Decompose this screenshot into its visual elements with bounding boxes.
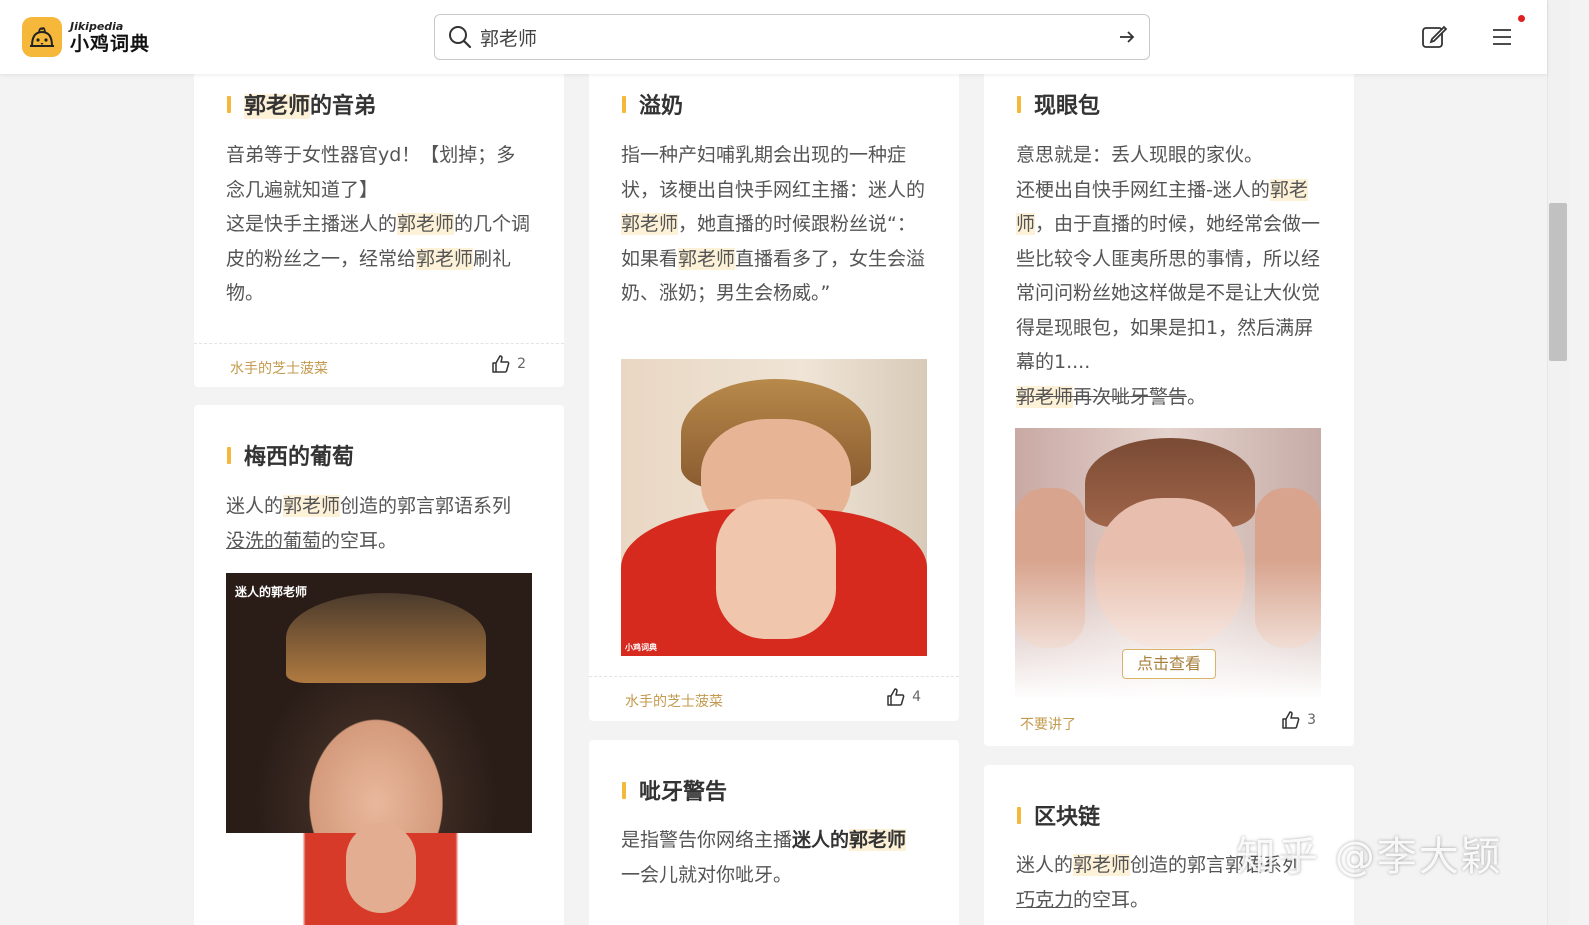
like-count: 4: [912, 689, 921, 705]
photo-caption: 迷人的郭老师: [235, 585, 308, 599]
author-link[interactable]: 水手的芝士菠菜: [625, 691, 723, 711]
body-text: 迷人的: [1016, 854, 1074, 876]
term-link[interactable]: 没洗的葡萄: [226, 530, 321, 552]
body-text: 指一种产妇哺乳期会出现的一种症状，该梗出自快手网红主播：迷人的: [621, 144, 926, 201]
body-text: ，由于直播的时候，她经常会做一些比较令人匪夷所思的事情，所以经常问问粉丝她这样做…: [1016, 213, 1321, 373]
entry-body: 迷人的郭老师创造的郭言郭语系列 没洗的葡萄的空耳。: [226, 489, 534, 558]
body-text: 创造的郭言郭语系列: [340, 495, 512, 517]
card-footer: 水手的芝士菠菜 2: [194, 343, 564, 387]
title-text: 呲牙警告: [639, 780, 728, 805]
bold-text: 迷人的: [792, 829, 850, 851]
title-text: 溢奶: [639, 94, 684, 119]
author-link[interactable]: 不要讲了: [1020, 714, 1076, 734]
like-button[interactable]: 3: [1281, 710, 1316, 730]
body-text: 的空耳。: [321, 529, 398, 552]
arrow-right-icon[interactable]: [1117, 27, 1137, 47]
title-accent-bar: [1017, 806, 1021, 824]
card-footer: 水手的芝士菠菜 4: [589, 676, 959, 720]
chick-logo-icon: [22, 17, 62, 57]
entry-card[interactable]: 呲牙警告 是指警告你网络主播迷人的郭老师一会儿就对你呲牙。: [589, 740, 959, 925]
title-text: 现眼包: [1034, 94, 1101, 119]
scrollbar-track[interactable]: [1547, 0, 1569, 925]
photo-hand: [716, 499, 836, 639]
keyword-highlight[interactable]: 郭老师: [397, 213, 455, 235]
edit-icon[interactable]: [1420, 22, 1448, 50]
body-text: 意思就是：丢人现眼的家伙。: [1016, 144, 1264, 166]
title-accent-bar: [227, 446, 231, 464]
entry-card[interactable]: 郭老师的音弟 音弟等于女性器官yd！【划掉；多念几遍就知道了】 这是快手主播迷人…: [194, 60, 564, 387]
keyword-highlight[interactable]: 郭老师: [416, 247, 474, 270]
term-link[interactable]: 巧克力: [1016, 889, 1073, 911]
entry-body: 音弟等于女性器官yd！【划掉；多念几遍就知道了】 这是快手主播迷人的郭老师的几个…: [226, 138, 534, 311]
like-button[interactable]: 2: [491, 354, 526, 374]
keyword-highlight[interactable]: 郭老师: [1073, 854, 1131, 876]
body-text: 是指警告你网络主播: [621, 829, 793, 851]
photo-hair: [286, 593, 486, 683]
keyword-highlight[interactable]: 郭老师: [1016, 385, 1074, 408]
keyword-highlight[interactable]: 郭老师: [283, 495, 341, 517]
entry-body: 指一种产妇哺乳期会出现的一种症状，该梗出自快手网红主播：迷人的郭老师，她直播的时…: [621, 138, 929, 311]
site-logo[interactable]: Jikipedia 小鸡词典: [22, 17, 150, 57]
search-icon[interactable]: [448, 25, 472, 49]
body-text: 音弟等于女性器官yd！【划掉；多念几遍就知道了】: [226, 144, 516, 201]
image-fade-overlay: [1015, 560, 1321, 700]
search-input[interactable]: [480, 26, 1117, 48]
photo-hand: [346, 823, 416, 913]
entry-title[interactable]: 现眼包: [1017, 88, 1100, 120]
body-text: 这是快手主播迷人的: [226, 213, 398, 235]
body-text: 一会儿就对你呲牙。: [621, 863, 793, 886]
entry-title[interactable]: 区块链: [1017, 799, 1100, 831]
entry-title[interactable]: 溢奶: [622, 88, 683, 120]
body-text: 还梗出自快手网红主播-迷人的: [1016, 178, 1270, 201]
title-accent-bar: [622, 95, 626, 113]
view-more-button[interactable]: 点击查看: [1122, 649, 1216, 679]
logo-cn-text: 小鸡词典: [70, 32, 151, 55]
card-footer: 不要讲了 3: [984, 702, 1354, 746]
entry-title[interactable]: 呲牙警告: [622, 774, 727, 806]
photo-caption: 小鸡词典: [625, 643, 657, 652]
thumbs-up-icon: [492, 355, 510, 373]
title-text: 区块链: [1034, 805, 1101, 830]
title-highlight: 郭老师: [244, 94, 311, 119]
struck-text: 再次呲牙警告: [1073, 385, 1188, 408]
entry-body: 意思就是：丢人现眼的家伙。 还梗出自快手网红主播-迷人的郭老师 ，由于直播的时候，…: [1016, 138, 1324, 414]
entry-card[interactable]: 溢奶 指一种产妇哺乳期会出现的一种症状，该梗出自快手网红主播：迷人的郭老师，她直…: [589, 60, 959, 721]
thumbs-up-icon: [1282, 711, 1300, 729]
title-accent-bar: [622, 781, 626, 799]
body-text: 的空耳。: [1073, 888, 1150, 911]
like-count: 3: [1307, 712, 1316, 728]
entry-photo[interactable]: 迷人的郭老师: [226, 573, 532, 925]
keyword-highlight[interactable]: 郭老师: [678, 247, 736, 270]
author-link[interactable]: 水手的芝士菠菜: [230, 358, 328, 378]
title-text: 的音弟: [310, 94, 377, 119]
thumbs-up-icon: [887, 688, 905, 706]
menu-icon[interactable]: [1489, 24, 1515, 50]
body-text: 迷人的: [226, 495, 284, 517]
logo-en-text: Jikipedia: [70, 19, 124, 33]
entry-photo[interactable]: 小鸡词典: [621, 359, 927, 656]
notification-dot: [1518, 15, 1525, 22]
like-button[interactable]: 4: [886, 687, 921, 707]
scrollbar-thumb[interactable]: [1549, 203, 1567, 361]
entry-body: 是指警告你网络主播迷人的郭老师一会儿就对你呲牙。: [621, 823, 929, 892]
search-bar: [434, 14, 1150, 60]
entry-title[interactable]: 梅西的葡萄: [227, 439, 354, 471]
title-accent-bar: [1017, 95, 1021, 113]
like-count: 2: [517, 356, 526, 372]
keyword-highlight[interactable]: 郭老师: [621, 213, 679, 235]
top-header: Jikipedia 小鸡词典: [0, 0, 1547, 74]
entry-title[interactable]: 郭老师的音弟: [227, 88, 376, 120]
keyword-highlight[interactable]: 郭老师: [849, 829, 907, 851]
zhihu-watermark: 知乎 @李大颖: [1236, 834, 1503, 880]
title-accent-bar: [227, 95, 231, 113]
body-text: 。: [1187, 385, 1207, 408]
title-text: 梅西的葡萄: [244, 445, 355, 470]
